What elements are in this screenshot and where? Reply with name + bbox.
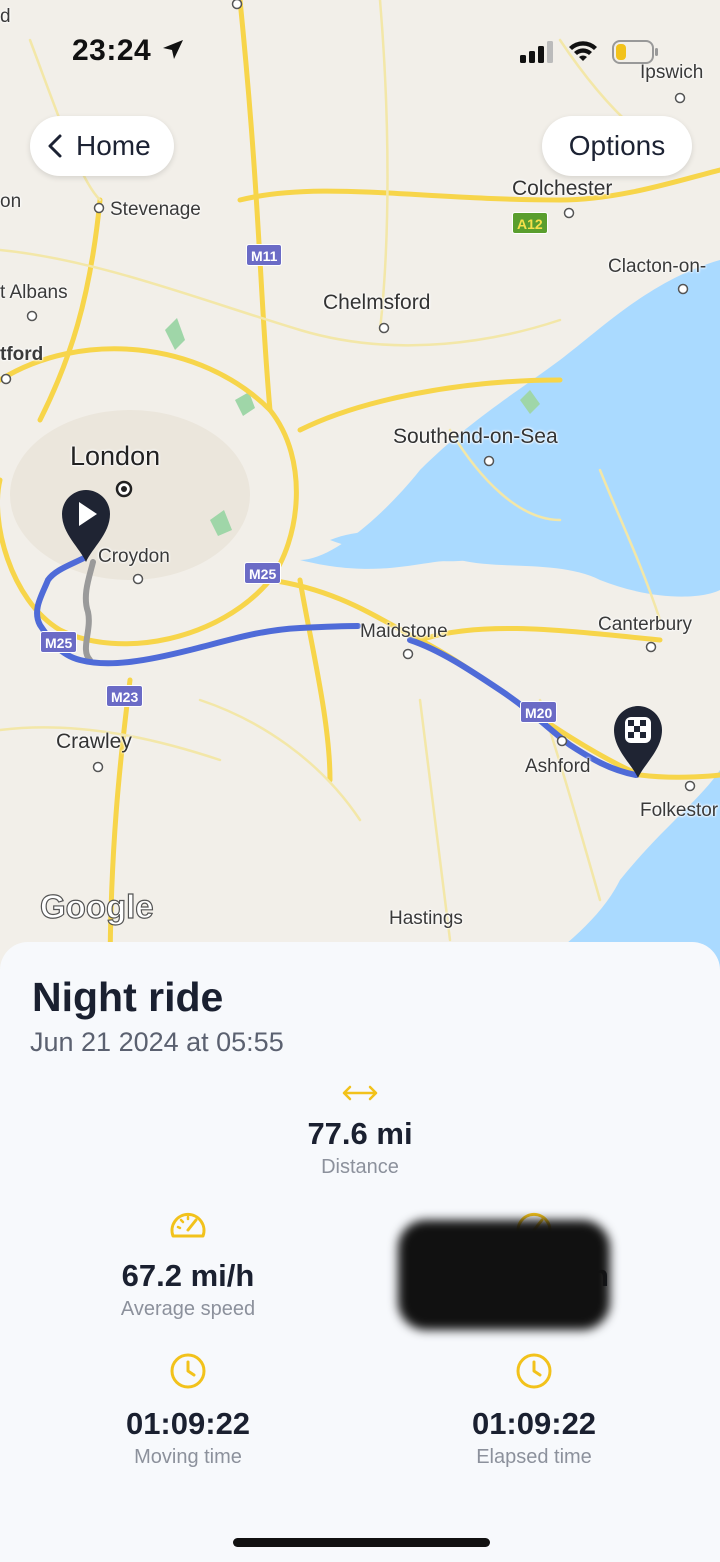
map-label-top-edge: d <box>0 6 11 27</box>
road-shield-a12: A12 <box>512 212 548 234</box>
stat-moving-time: 01:09:22 Moving time <box>38 1352 338 1469</box>
chevron-left-icon <box>48 134 62 158</box>
stat-elapsed-time: 01:09:22 Elapsed time <box>384 1352 684 1469</box>
map-label-colchester: Colchester <box>512 177 613 200</box>
status-icons <box>520 40 660 64</box>
signal-icon <box>520 41 553 63</box>
distance-label: Distance <box>321 1156 399 1178</box>
map-label-southend: Southend-on-Sea <box>393 425 558 448</box>
status-time-text: 23:24 <box>72 34 152 67</box>
moving-time-label: Moving time <box>134 1446 242 1468</box>
ride-title: Night ride <box>32 974 224 1020</box>
road-shield-m25-west: M25 <box>40 631 78 653</box>
elapsed-time-value: 01:09:22 <box>471 1406 597 1441</box>
average-speed-label: Average speed <box>120 1298 256 1320</box>
elapsed-time-label: Elapsed time <box>476 1446 592 1468</box>
average-speed-value: 67.2 mi/h <box>121 1258 255 1293</box>
location-arrow-icon <box>163 40 184 59</box>
map-label-canterbury: Canterbury <box>598 614 692 635</box>
stat-average-speed: 67.2 mi/h Average speed <box>38 1208 338 1321</box>
distance-value: 77.6 mi <box>307 1116 413 1151</box>
redaction-scribble <box>398 1220 610 1330</box>
back-home-button[interactable]: Home <box>30 116 174 176</box>
map-label-clacton: Clacton-on- <box>608 256 707 277</box>
checkered-flag-marker-icon[interactable] <box>612 704 664 780</box>
home-indicator[interactable] <box>233 1538 490 1547</box>
back-home-label: Home <box>76 130 151 161</box>
map-label-london: London <box>70 441 161 471</box>
options-button[interactable]: Options <box>542 116 692 176</box>
map-label-st-albans: t Albans <box>0 282 68 303</box>
road-shield-m23: M23 <box>106 685 144 707</box>
map-label-ipswich: Ipswich <box>640 62 704 83</box>
road-shield-m11: M11 <box>246 244 283 266</box>
map-label-edge: on <box>0 191 22 212</box>
clock-icon <box>170 1353 206 1389</box>
map-label-folkestone: Folkestor <box>640 800 719 821</box>
map-label-ashford: Ashford <box>525 756 591 777</box>
stat-distance: 77.6 mi Distance <box>210 1084 510 1179</box>
status-time: 23:24 <box>72 34 186 68</box>
road-shield-m20: M20 <box>520 701 558 723</box>
speedometer-icon <box>170 1213 206 1238</box>
map-label-crawley: Crawley <box>56 730 132 753</box>
map-label-stevenage: Stevenage <box>110 199 201 220</box>
google-logo: Google <box>39 887 154 925</box>
road-shield-m25-north: M25 <box>244 562 282 584</box>
map-label-maidstone: Maidstone <box>360 621 448 642</box>
distance-arrows-icon <box>342 1085 378 1101</box>
battery-low-icon <box>612 40 658 64</box>
moving-time-value: 01:09:22 <box>125 1406 251 1441</box>
play-marker-icon[interactable] <box>60 488 112 564</box>
clock-icon <box>516 1353 552 1389</box>
map-label-hastings: Hastings <box>389 908 463 929</box>
wifi-icon <box>569 41 597 61</box>
ride-date: Jun 21 2024 at 05:55 <box>30 1027 284 1057</box>
map-label-chelmsford: Chelmsford <box>323 291 431 314</box>
options-label: Options <box>568 130 666 161</box>
map-label-watford: tford <box>0 344 44 365</box>
